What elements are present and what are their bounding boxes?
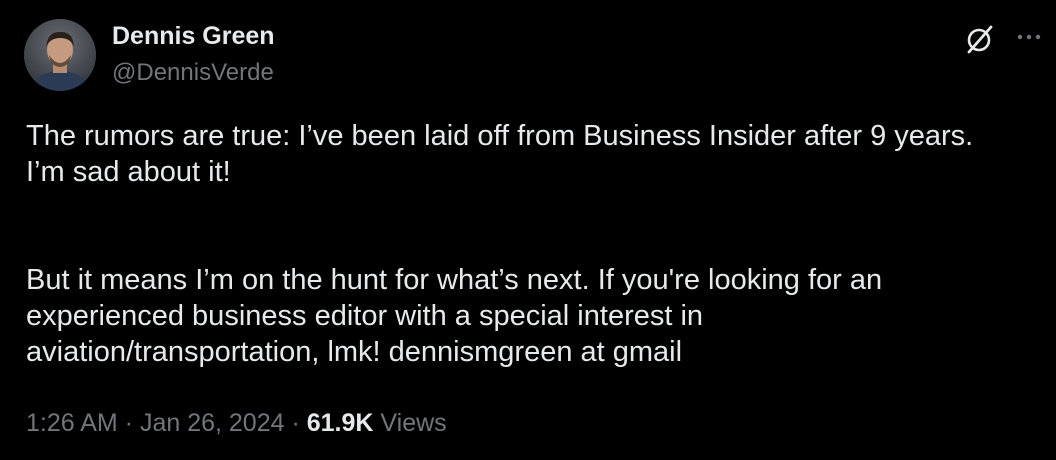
tweet-line: But it means I’m on the hunt for what’s … xyxy=(26,264,883,296)
tweet-time[interactable]: 1:26 AM xyxy=(26,409,118,437)
tweet-date[interactable]: Jan 26, 2024 xyxy=(140,409,285,437)
separator: · xyxy=(284,409,307,437)
author-name[interactable]: Dennis Green xyxy=(112,22,275,51)
tweet-line: experienced business editor with a speci… xyxy=(26,300,704,332)
tweet-line: The rumors are true: I’ve been laid off … xyxy=(26,120,974,152)
separator: · xyxy=(117,409,140,437)
tweet-meta: 1:26 AM · Jan 26, 2024 · 61.9K Views xyxy=(26,409,447,438)
more-horizontal-icon[interactable] xyxy=(1012,22,1046,56)
tweet-card: Dennis Green @DennisVerde The rumors are… xyxy=(0,0,1056,460)
tweet-text: The rumors are true: I’ve been laid off … xyxy=(26,118,1052,370)
tweet-line: I’m sad about it! xyxy=(26,156,231,188)
grok-icon[interactable] xyxy=(963,22,997,56)
views-count: 61.9K xyxy=(306,409,374,437)
views-label: Views xyxy=(380,409,447,437)
avatar[interactable] xyxy=(24,19,96,91)
author-handle[interactable]: @DennisVerde xyxy=(112,59,274,87)
tweet-line: aviation/transportation, lmk! dennismgre… xyxy=(26,336,683,368)
